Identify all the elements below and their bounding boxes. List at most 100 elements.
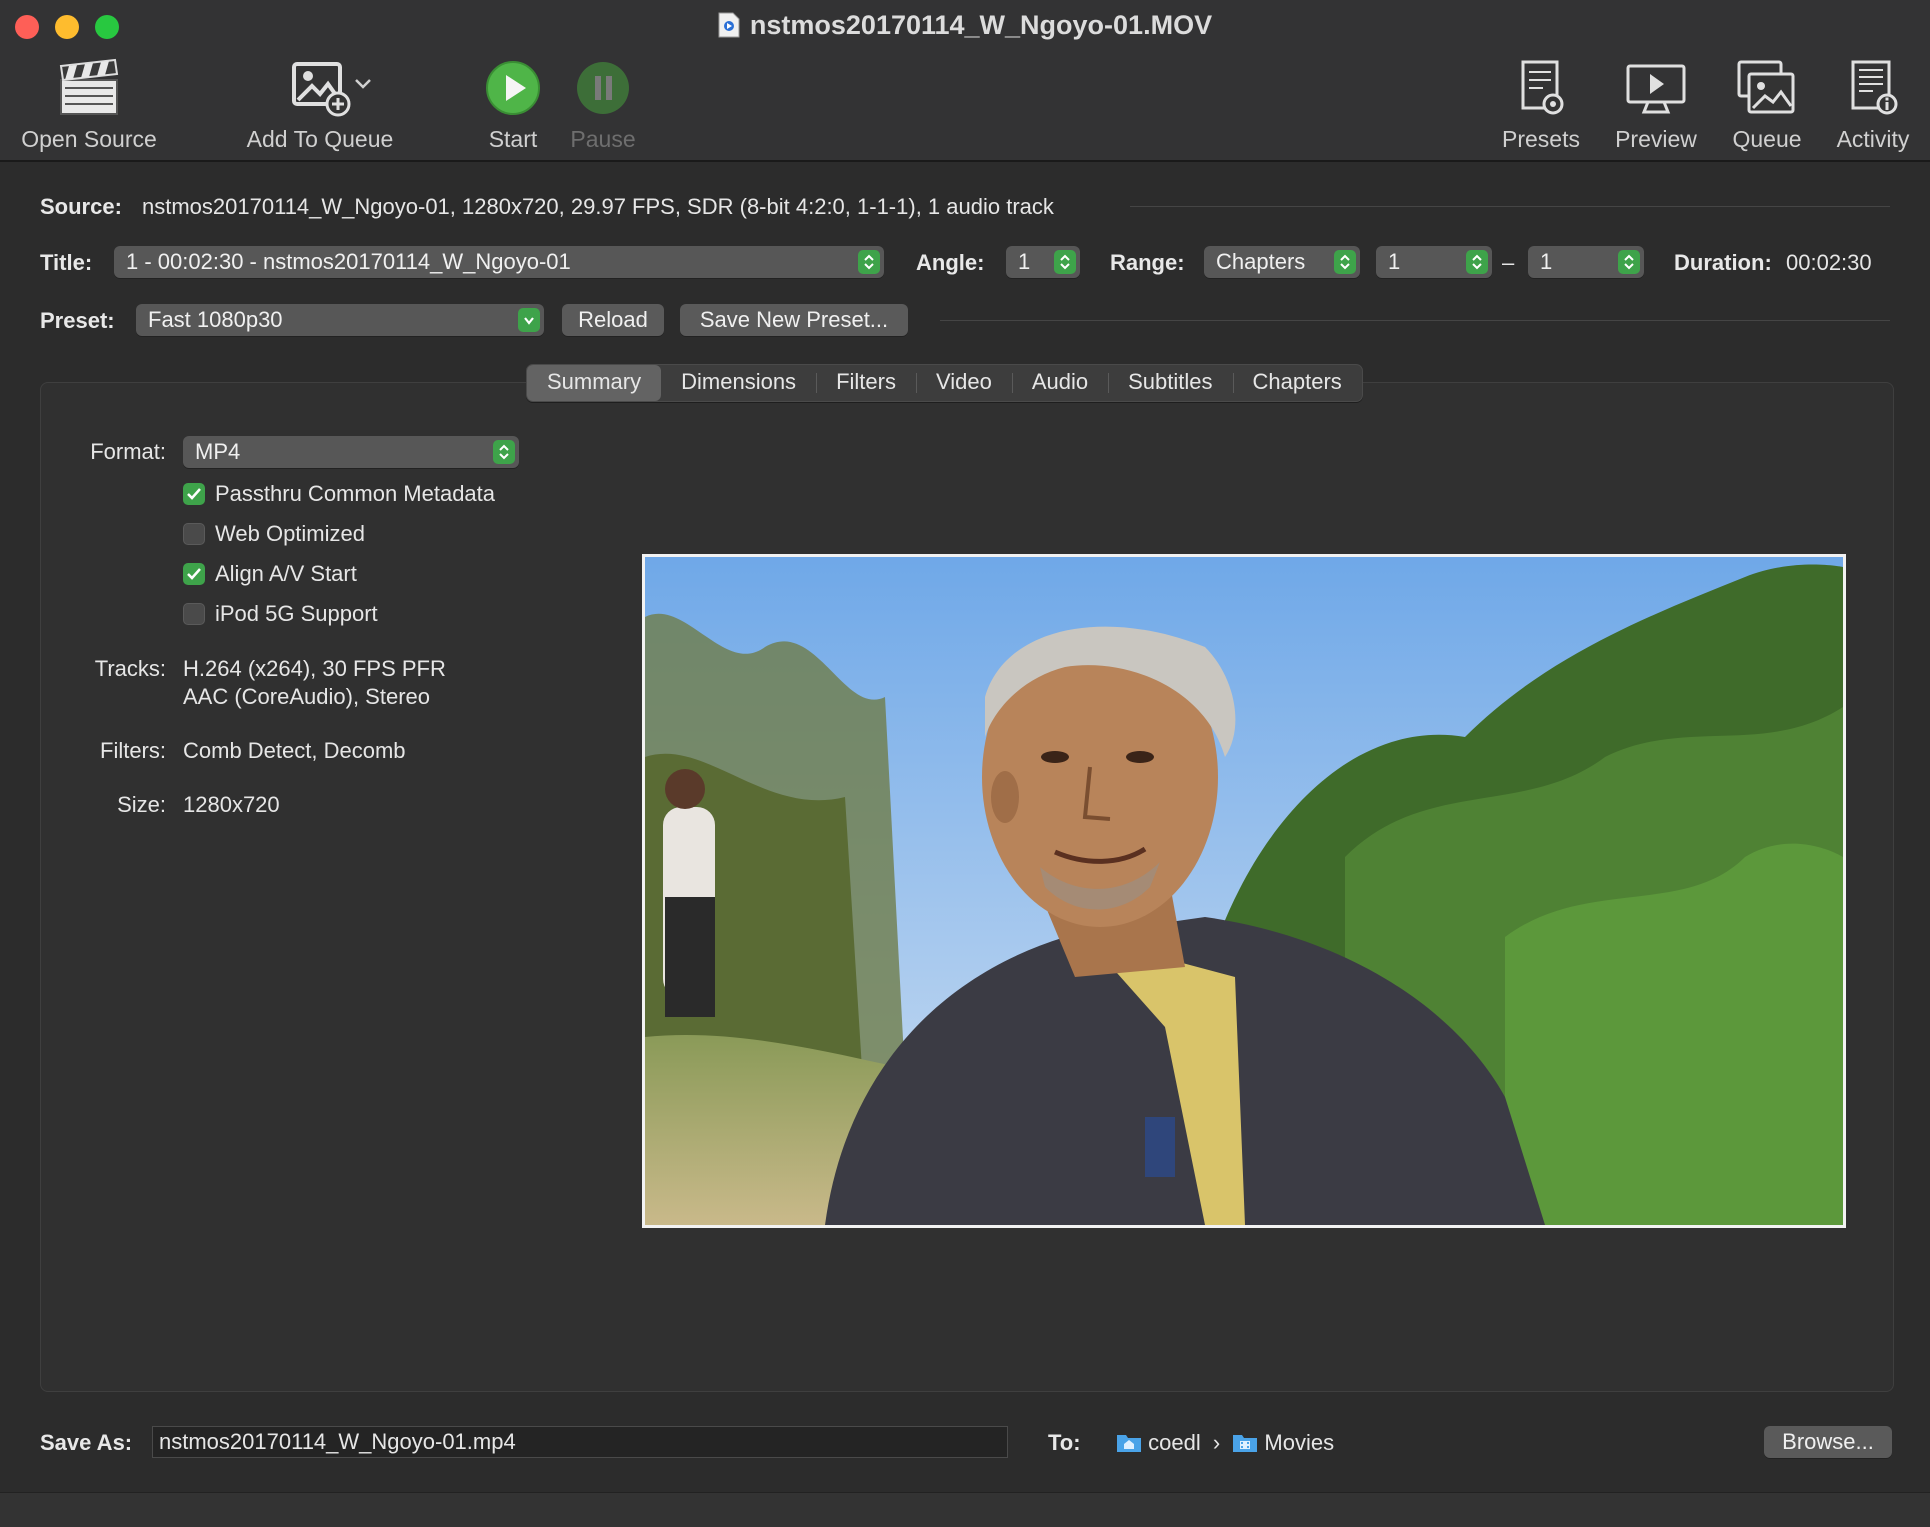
chevron-down-icon xyxy=(518,308,540,332)
movie-document-icon xyxy=(718,12,740,38)
angle-popup-value: 1 xyxy=(1018,249,1031,274)
tab-chapters[interactable]: Chapters xyxy=(1232,365,1362,401)
up-down-arrows-icon xyxy=(1054,250,1076,274)
stacked-images-icon xyxy=(1737,60,1795,114)
passthru-metadata-checkbox[interactable] xyxy=(183,483,205,505)
window-title-text: nstmos20170114_W_Ngoyo-01.MOV xyxy=(749,10,1213,40)
play-icon xyxy=(486,61,540,115)
tab-filters[interactable]: Filters xyxy=(816,365,916,401)
reload-button[interactable]: Reload xyxy=(562,304,664,336)
size-value: 1280x720 xyxy=(183,792,280,817)
up-down-arrows-icon xyxy=(1334,250,1356,274)
presets-label: Presets xyxy=(1502,126,1580,152)
align-av-start-label: Align A/V Start xyxy=(215,561,357,586)
tracks-line-video: H.264 (x264), 30 FPS PFR xyxy=(183,656,446,681)
start-label: Start xyxy=(488,126,538,152)
activity-log-icon xyxy=(1851,60,1898,115)
pause-label: Pause xyxy=(570,126,636,152)
tab-summary[interactable]: Summary xyxy=(527,365,662,401)
preview-button[interactable]: Preview xyxy=(1606,58,1706,153)
up-down-arrows-icon xyxy=(858,250,880,274)
destination-breadcrumb[interactable]: coedl › Movies xyxy=(1116,1430,1334,1456)
preview-scene xyxy=(645,557,1843,1225)
range-end-popup[interactable]: 1 xyxy=(1528,246,1644,278)
range-dash: – xyxy=(1502,250,1515,275)
format-popup-value: MP4 xyxy=(195,439,241,464)
add-to-queue-chevron-down-icon[interactable] xyxy=(354,78,372,90)
tab-video[interactable]: Video xyxy=(915,365,1012,401)
monitor-play-icon xyxy=(1626,64,1686,114)
queue-button[interactable]: Queue xyxy=(1722,58,1812,153)
range-type-value: Chapters xyxy=(1216,249,1306,274)
pause-button[interactable]: Pause xyxy=(558,58,648,153)
duration-label: Duration: xyxy=(1674,250,1772,275)
ipod-5g-label: iPod 5G Support xyxy=(215,601,378,626)
open-source-label: Open Source xyxy=(21,126,157,152)
start-button[interactable]: Start xyxy=(468,58,558,153)
source-value: nstmos20170114_W_Ngoyo-01, 1280x720, 29.… xyxy=(142,194,1054,219)
passthru-metadata-label: Passthru Common Metadata xyxy=(215,481,496,506)
activity-label: Activity xyxy=(1836,126,1910,152)
activity-button[interactable]: Activity xyxy=(1826,58,1920,153)
align-av-start-checkbox[interactable] xyxy=(183,563,205,585)
preview-image[interactable] xyxy=(642,554,1846,1228)
range-end-value: 1 xyxy=(1540,249,1553,274)
preview-label: Preview xyxy=(1615,126,1697,152)
save-new-preset-button[interactable]: Save New Preset... xyxy=(680,304,908,336)
preset-separator xyxy=(940,320,1890,321)
web-optimized-checkbox[interactable] xyxy=(183,523,205,545)
source-separator xyxy=(1130,206,1890,207)
add-image-icon xyxy=(292,62,351,117)
home-folder-icon xyxy=(1117,1435,1141,1452)
open-source-button[interactable]: Open Source xyxy=(14,58,164,153)
breadcrumb-chevron: › xyxy=(1212,1430,1221,1455)
window-title: nstmos20170114_W_Ngoyo-01.MOV xyxy=(0,10,1930,41)
title-popup-value: 1 - 00:02:30 - nstmos20170114_W_Ngoyo-01 xyxy=(126,249,571,274)
tab-dimensions[interactable]: Dimensions xyxy=(661,365,816,401)
up-down-arrows-icon xyxy=(493,440,515,464)
angle-label: Angle: xyxy=(916,250,985,275)
range-label: Range: xyxy=(1110,250,1185,275)
presets-gear-document-icon xyxy=(1521,60,1564,115)
tracks-line-audio: AAC (CoreAudio), Stereo xyxy=(183,684,430,709)
size-label: Size: xyxy=(117,792,166,817)
tab-bar: Summary Dimensions Filters Video Audio S… xyxy=(526,364,1363,402)
save-as-field[interactable]: nstmos20170114_W_Ngoyo-01.mp4 xyxy=(152,1426,1008,1458)
add-to-queue-button[interactable]: Add To Queue xyxy=(240,58,400,153)
tab-audio[interactable]: Audio xyxy=(1011,365,1108,401)
up-down-arrows-icon xyxy=(1466,250,1488,274)
duration-value: 00:02:30 xyxy=(1786,250,1872,275)
tracks-label: Tracks: xyxy=(94,656,166,681)
browse-button[interactable]: Browse... xyxy=(1764,1426,1892,1458)
pause-icon xyxy=(577,62,629,114)
title-label: Title: xyxy=(40,250,93,275)
tab-subtitles[interactable]: Subtitles xyxy=(1108,365,1232,401)
ipod-5g-checkbox[interactable] xyxy=(183,603,205,625)
format-label: Format: xyxy=(90,439,166,464)
titlebar-toolbar: nstmos20170114_W_Ngoyo-01.MOV Open Sourc… xyxy=(0,0,1930,162)
window-bottom-bar xyxy=(0,1492,1930,1527)
title-popup[interactable]: 1 - 00:02:30 - nstmos20170114_W_Ngoyo-01 xyxy=(114,246,884,278)
to-label: To: xyxy=(1048,1430,1081,1455)
queue-label: Queue xyxy=(1732,126,1802,152)
source-label: Source: xyxy=(40,194,122,219)
movies-folder-icon xyxy=(1233,1435,1258,1452)
save-as-label: Save As: xyxy=(40,1430,133,1455)
range-type-popup[interactable]: Chapters xyxy=(1204,246,1360,278)
filters-value: Comb Detect, Decomb xyxy=(183,738,406,763)
filters-label: Filters: xyxy=(100,738,166,763)
format-popup[interactable]: MP4 xyxy=(183,436,519,468)
range-start-value: 1 xyxy=(1388,249,1401,274)
add-to-queue-label: Add To Queue xyxy=(246,126,394,152)
folder-movies[interactable]: Movies xyxy=(1264,1430,1334,1455)
up-down-arrows-icon xyxy=(1618,250,1640,274)
clapperboard-icon xyxy=(59,58,119,115)
presets-button[interactable]: Presets xyxy=(1496,58,1586,153)
handbrake-window: nstmos20170114_W_Ngoyo-01.MOV Open Sourc… xyxy=(0,0,1930,1527)
range-start-popup[interactable]: 1 xyxy=(1376,246,1492,278)
preset-popup[interactable]: Fast 1080p30 xyxy=(136,304,544,336)
angle-popup[interactable]: 1 xyxy=(1006,246,1080,278)
folder-coedl[interactable]: coedl xyxy=(1148,1430,1201,1455)
preset-label: Preset: xyxy=(40,308,115,333)
preset-popup-value: Fast 1080p30 xyxy=(148,307,283,332)
